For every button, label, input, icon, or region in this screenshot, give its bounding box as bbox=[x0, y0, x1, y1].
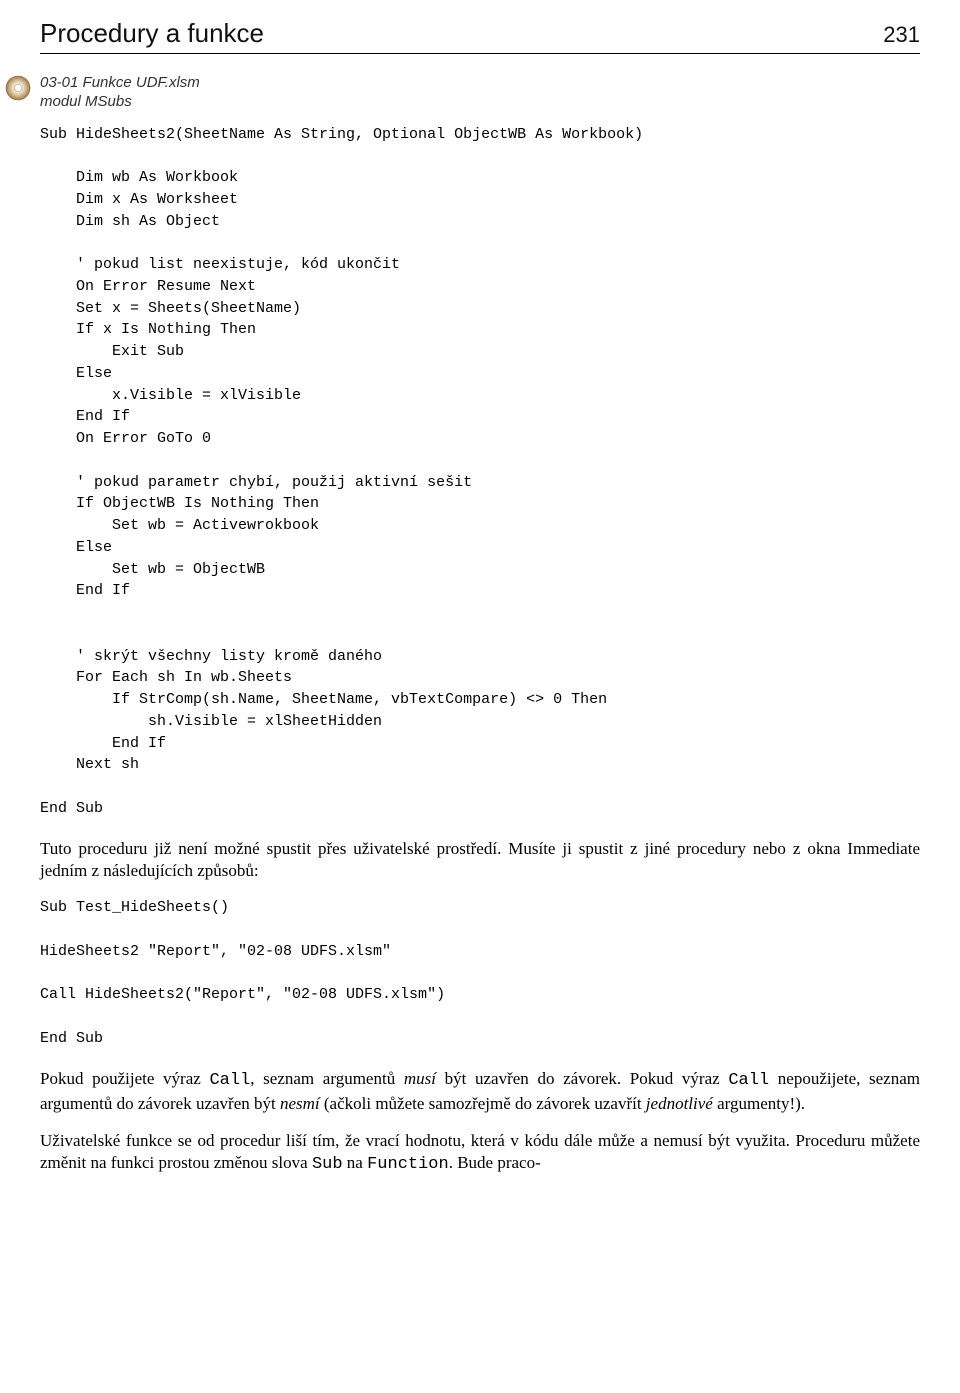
code-block-hidesheets2: Sub HideSheets2(SheetName As String, Opt… bbox=[40, 124, 920, 820]
paragraph-functions: Uživatelské funkce se od procedur liší t… bbox=[40, 1130, 920, 1178]
file-name: 03-01 Funkce UDF.xlsm bbox=[40, 74, 200, 93]
inline-code-call: Call bbox=[728, 1071, 769, 1090]
page-header: Procedury a funkce 231 bbox=[40, 18, 920, 54]
module-name: modul MSubs bbox=[40, 93, 200, 112]
emphasis-nesmi: nesmí bbox=[280, 1094, 320, 1113]
emphasis-musi: musí bbox=[404, 1069, 436, 1088]
file-source-meta: 03-01 Funkce UDF.xlsm modul MSubs bbox=[4, 74, 920, 112]
chapter-title: Procedury a funkce bbox=[40, 18, 264, 49]
code-block-test-hidesheets: Sub Test_HideSheets() HideSheets2 "Repor… bbox=[40, 897, 920, 1049]
disc-icon bbox=[4, 74, 32, 107]
file-meta-text: 03-01 Funkce UDF.xlsm modul MSubs bbox=[40, 74, 200, 112]
page-number: 231 bbox=[883, 22, 920, 48]
inline-code-function: Function bbox=[367, 1155, 449, 1174]
inline-code-sub: Sub bbox=[312, 1155, 343, 1174]
paragraph-intro-call: Tuto proceduru již není možné spustit př… bbox=[40, 838, 920, 884]
emphasis-jednotlive: jednotlivé bbox=[646, 1094, 713, 1113]
inline-code-call: Call bbox=[209, 1071, 250, 1090]
paragraph-call-rules: Pokud použijete výraz Call, seznam argum… bbox=[40, 1068, 920, 1116]
